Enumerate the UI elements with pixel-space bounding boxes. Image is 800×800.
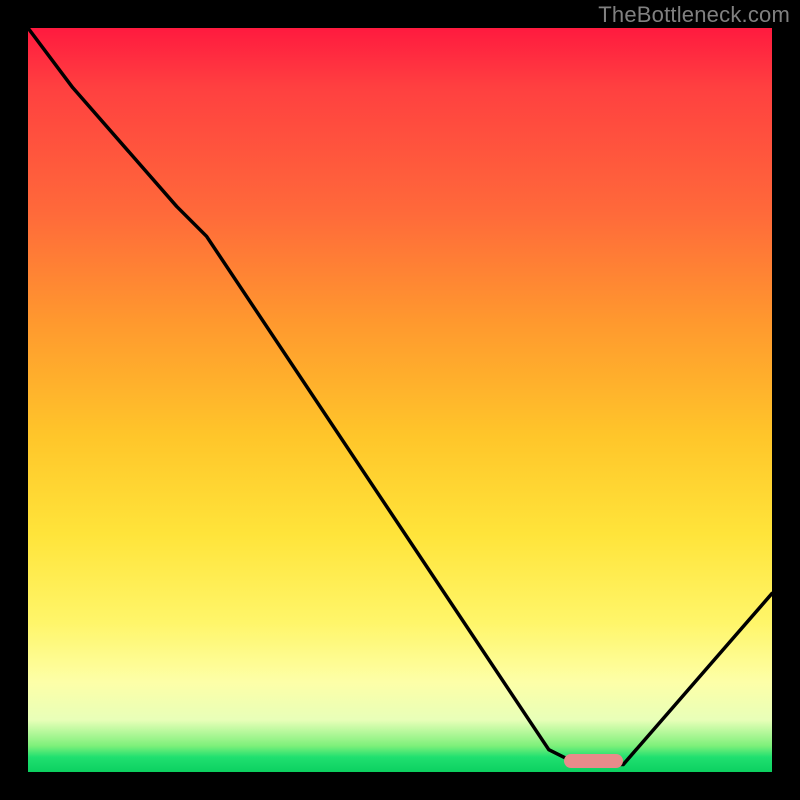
watermark-text: TheBottleneck.com <box>598 2 790 28</box>
bottleneck-curve <box>28 28 772 772</box>
plot-area <box>28 28 772 772</box>
optimal-marker-pill <box>564 754 624 767</box>
chart-stage: TheBottleneck.com <box>0 0 800 800</box>
